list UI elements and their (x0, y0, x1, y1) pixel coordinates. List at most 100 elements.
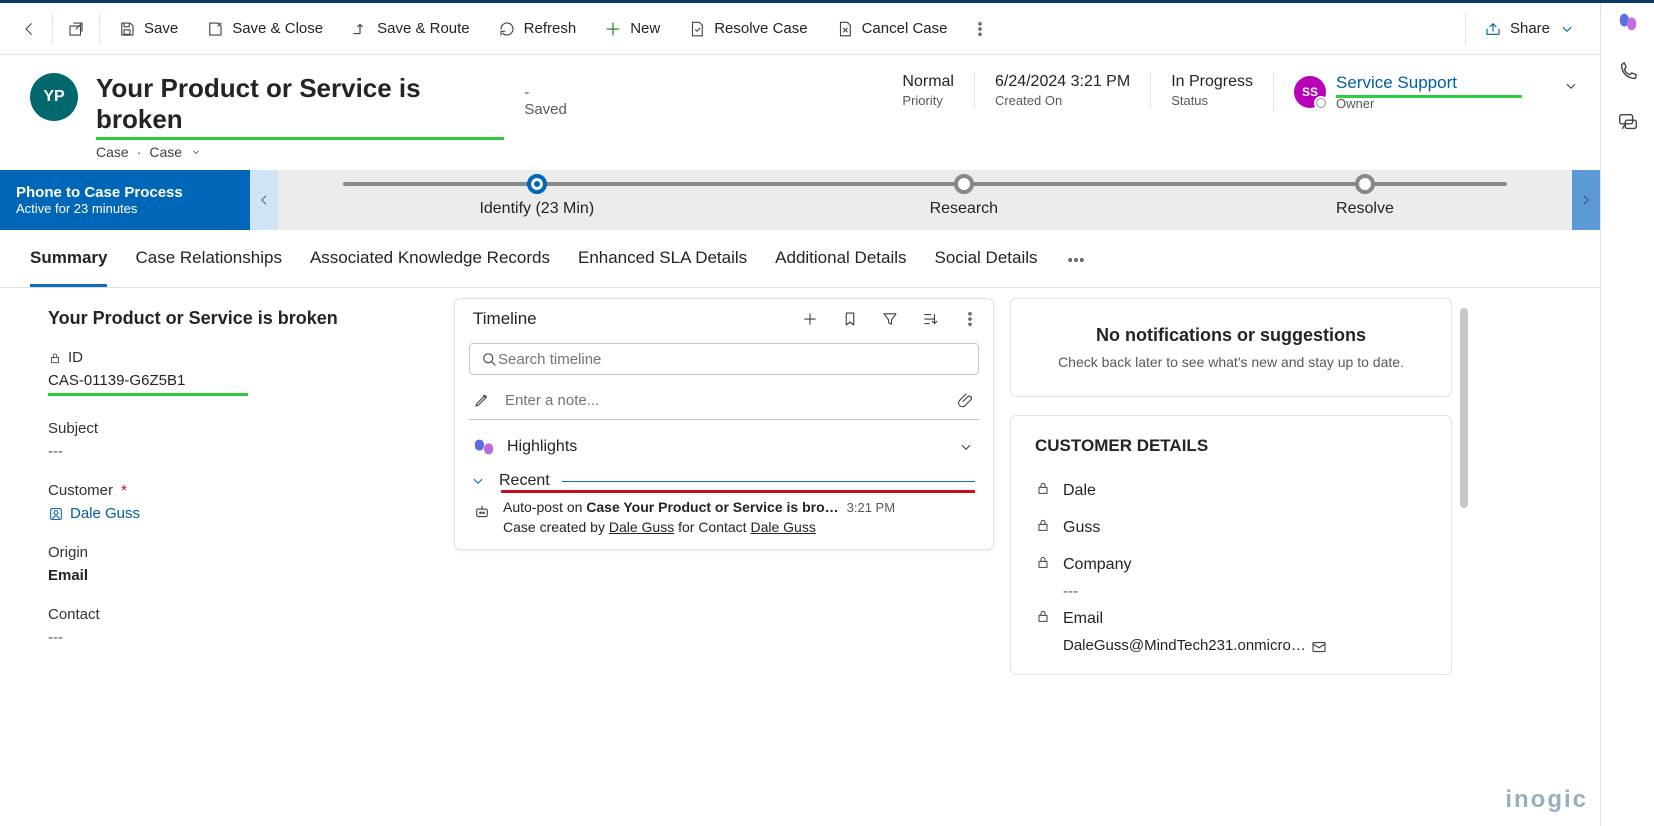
bpf-stage-research[interactable]: Research (839, 174, 1089, 218)
customer-email-value[interactable]: DaleGuss@MindTech231.onmicro… (1035, 637, 1427, 654)
phone-rail-icon[interactable] (1617, 61, 1639, 83)
timeline-filter-button[interactable] (881, 310, 899, 328)
stage-dot-active (527, 174, 547, 194)
timeline-item-bold: Case Your Product or Service is bro… (586, 499, 838, 515)
save-route-button[interactable]: Save & Route (337, 14, 484, 44)
share-icon (1484, 20, 1502, 38)
chevron-down-icon (190, 146, 202, 158)
pencil-icon (473, 391, 491, 409)
bpf-stage-identify[interactable]: Identify (23 Min) (412, 174, 662, 218)
stage-label: Identify (23 Min) (412, 200, 662, 218)
timeline-sub-prefix: Case created by (503, 519, 609, 535)
save-button[interactable]: Save (104, 14, 192, 44)
tab-additional[interactable]: Additional Details (775, 242, 906, 287)
origin-value[interactable]: Email (48, 567, 428, 584)
saved-indicator: - Saved (524, 84, 576, 118)
share-button[interactable]: Share (1470, 14, 1590, 44)
recent-divider (562, 481, 975, 482)
tab-sla[interactable]: Enhanced SLA Details (578, 242, 747, 287)
save-route-label: Save & Route (377, 20, 470, 37)
bpf-status: Active for 23 minutes (16, 201, 234, 216)
timeline-item[interactable]: Auto-post on Case Your Product or Servic… (455, 493, 993, 549)
resolve-label: Resolve Case (714, 20, 807, 37)
notifications-body: Check back later to see what's new and s… (1041, 354, 1421, 370)
header-owner[interactable]: SS Service Support Owner (1273, 73, 1542, 111)
refresh-button[interactable]: Refresh (484, 14, 591, 44)
popout-button[interactable] (57, 14, 95, 44)
header-status[interactable]: In Progress Status (1150, 73, 1273, 108)
bpf-next-button[interactable] (1572, 170, 1600, 230)
separator (99, 13, 100, 45)
customer-company-label: Company (1035, 546, 1427, 583)
summary-section: Your Product or Service is broken ID CAS… (18, 298, 438, 816)
form-header: YP Your Product or Service is broken - S… (0, 55, 1600, 170)
back-button[interactable] (10, 14, 48, 44)
subject-label: Subject (48, 420, 428, 437)
header-expand-button[interactable] (1562, 77, 1580, 95)
timeline-sub-link[interactable]: Dale Guss (609, 519, 674, 535)
timeline-search-input[interactable] (498, 351, 968, 368)
subject-value[interactable]: --- (48, 443, 428, 460)
timeline-add-button[interactable] (801, 310, 819, 328)
tab-summary[interactable]: Summary (30, 242, 107, 287)
cancel-case-button[interactable]: Cancel Case (822, 14, 962, 44)
timeline-note-input[interactable] (505, 392, 943, 409)
bpf-info[interactable]: Phone to Case Process Active for 23 minu… (0, 170, 250, 230)
refresh-label: Refresh (524, 20, 577, 37)
owner-label: Owner (1336, 96, 1522, 111)
timeline-item-prefix: Auto-post on (503, 499, 586, 515)
customer-last-name[interactable]: Guss (1035, 509, 1427, 546)
customer-details-card: CUSTOMER DETAILS Dale Guss Company --- E… (1010, 415, 1452, 675)
timeline-sub-link[interactable]: Dale Guss (750, 519, 815, 535)
timeline-more-button[interactable] (961, 310, 979, 328)
chat-rail-icon[interactable] (1617, 111, 1639, 133)
timeline-sort-button[interactable] (921, 310, 939, 328)
timeline-title: Timeline (473, 309, 801, 329)
tab-knowledge[interactable]: Associated Knowledge Records (310, 242, 550, 287)
record-avatar: YP (30, 73, 78, 121)
tab-social[interactable]: Social Details (935, 242, 1038, 287)
recent-label: Recent (499, 472, 550, 490)
timeline-bookmark-button[interactable] (841, 310, 859, 328)
createdon-label: Created On (995, 93, 1130, 108)
record-title: Your Product or Service is broken (96, 73, 514, 135)
overflow-button[interactable] (961, 14, 999, 44)
entity-breadcrumb[interactable]: Case · Case (96, 144, 576, 160)
owner-avatar: SS (1294, 76, 1326, 108)
customer-first-name[interactable]: Dale (1035, 472, 1427, 509)
attachment-icon[interactable] (957, 391, 975, 409)
annotation-underline (96, 137, 504, 140)
bpf-prev-button[interactable] (250, 170, 278, 230)
contact-value[interactable]: --- (48, 629, 428, 646)
popout-icon (67, 20, 85, 38)
tab-relationships[interactable]: Case Relationships (135, 242, 281, 287)
bpf-stage-resolve[interactable]: Resolve (1240, 174, 1490, 218)
cancel-label: Cancel Case (862, 20, 948, 37)
header-priority[interactable]: Normal Priority (882, 73, 974, 108)
timeline-search[interactable] (469, 343, 979, 375)
timeline-highlights-section[interactable]: Highlights (455, 428, 993, 466)
chevron-down-icon (957, 438, 975, 456)
case-title-field[interactable]: Your Product or Service is broken (48, 308, 428, 329)
scrollbar-thumb[interactable] (1460, 308, 1468, 508)
refresh-icon (498, 20, 516, 38)
header-created-on[interactable]: 6/24/2024 3:21 PM Created On (974, 73, 1150, 108)
separator (1465, 13, 1466, 45)
copilot-rail-icon[interactable] (1617, 11, 1639, 33)
owner-value: Service Support (1336, 73, 1522, 93)
mail-icon[interactable] (1310, 638, 1326, 654)
tab-overflow[interactable] (1066, 242, 1086, 287)
customer-value[interactable]: Dale Guss (48, 505, 140, 522)
new-button[interactable]: New (590, 14, 674, 44)
priority-label: Priority (902, 93, 954, 108)
contact-label: Contact (48, 606, 428, 623)
resolve-case-button[interactable]: Resolve Case (674, 14, 821, 44)
save-close-label: Save & Close (232, 20, 323, 37)
resolve-icon (688, 20, 706, 38)
highlights-label: Highlights (507, 438, 577, 456)
save-close-button[interactable]: Save & Close (192, 14, 337, 44)
timeline-note-row[interactable] (469, 383, 979, 420)
customer-company-value[interactable]: --- (1035, 583, 1427, 600)
annotation-underline (48, 393, 248, 396)
search-icon (480, 350, 498, 368)
